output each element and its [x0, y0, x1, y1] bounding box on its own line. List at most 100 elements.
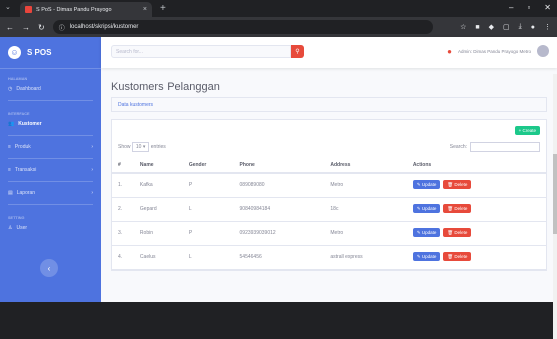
column-header[interactable]: # [112, 157, 134, 174]
maximize-icon[interactable]: ▫ [527, 3, 530, 12]
column-header[interactable]: Name [133, 157, 183, 174]
minimize-icon[interactable]: – [509, 3, 513, 12]
actions-cell: ✎ Update 🗑 Delete [406, 197, 546, 222]
table-cell: Caelus [133, 245, 183, 270]
delete-button[interactable]: 🗑 Delete [443, 228, 472, 237]
brand-name: S POS [27, 48, 52, 57]
users-icon: 👥 [8, 121, 15, 127]
report-icon: ▤ [8, 190, 13, 196]
table-row: 4. Caelus L 54546456 astrall express ✎ Update… [112, 245, 546, 270]
brand-logo-icon: ☺ [8, 46, 21, 59]
sidebar: ☺ S POS HALAMAN ◷ Dashboard INTERFACE 👥 … [0, 37, 101, 302]
entries-control: Show 10 ▾ entries [118, 142, 166, 152]
sidebar-item-transaksi[interactable]: ≡ Transaksi › [0, 162, 101, 178]
table-cell: 90840984184 [233, 197, 325, 222]
address-bar[interactable]: ⓘ localhost/skripsi/kustomer [52, 20, 433, 34]
user-area[interactable]: ● Admin: Dimas Pandu Prayogo Metro [447, 45, 549, 57]
show-label: Show [118, 144, 131, 150]
table-cell: 18c [324, 197, 407, 222]
scrollbar[interactable] [553, 74, 557, 339]
sidebar-item-label: Laporan [16, 190, 36, 196]
chevron-right-icon: › [91, 190, 93, 196]
column-header[interactable]: Phone [233, 157, 325, 174]
delete-button[interactable]: 🗑 Delete [443, 252, 472, 261]
entries-label: entries [150, 144, 166, 150]
update-button[interactable]: ✎ Update [412, 252, 441, 261]
kustomer-table: # Name Gender Phone Address Actions 1. Kafka P 0… [112, 157, 546, 270]
table-cell: P [182, 221, 234, 246]
table-cell: Kafka [133, 173, 183, 198]
table-search-input[interactable] [470, 142, 540, 152]
sidebar-item-laporan[interactable]: ▤ Laporan › [0, 185, 101, 201]
dashboard-icon: ◷ [8, 86, 13, 92]
download-icon[interactable]: ⤓ [519, 23, 522, 31]
create-button[interactable]: + Create [514, 125, 540, 135]
table-cell: Metro [324, 221, 407, 246]
search-input[interactable]: Search for... [111, 45, 291, 58]
table-cell: 54546456 [233, 245, 325, 270]
scrollbar-thumb[interactable] [553, 154, 557, 234]
table-row: 3. Robin P 0923939039012 Metro ✎ Update 🗑 Dele… [112, 221, 546, 246]
table-cell: 2. [112, 197, 134, 222]
chevron-right-icon: › [91, 144, 93, 150]
reload-icon[interactable]: ↻ [38, 23, 45, 32]
profile-icon[interactable]: ● [531, 24, 535, 31]
table-row: 2. Gepard L 90840984184 18c ✎ Update 🗑 Delete [112, 197, 546, 222]
bell-icon[interactable]: ● [447, 47, 452, 56]
entries-value: 10 [135, 144, 142, 150]
table-search: Search: [450, 142, 540, 152]
browser-tab[interactable]: S PoS - Dimas Pandu Prayogo × [20, 2, 152, 17]
table-cell: L [182, 245, 234, 270]
sidebar-heading: SETTING [8, 216, 25, 220]
card-header: Data kustomers [111, 97, 547, 112]
table-cell: astrall express [324, 245, 407, 270]
menu-icon[interactable]: ⋮ [544, 23, 551, 31]
update-button[interactable]: ✎ Update [412, 204, 441, 213]
back-icon[interactable]: ← [6, 23, 14, 32]
table-cell: P [182, 173, 234, 198]
card-actions: + Create [112, 120, 546, 140]
search-button[interactable]: ⚲ [291, 45, 304, 58]
update-button[interactable]: ✎ Update [412, 180, 441, 190]
app: ☺ S POS HALAMAN ◷ Dashboard INTERFACE 👥 … [0, 37, 557, 339]
user-icon: ♙ [8, 225, 13, 231]
column-header[interactable]: Address [324, 157, 407, 174]
new-tab-icon[interactable]: + [160, 3, 166, 14]
cart-icon: ≡ [8, 167, 11, 173]
site-info-icon[interactable]: ⓘ [59, 23, 65, 32]
sidebar-item-label: Dashboard [16, 86, 41, 92]
page-subtitle: Pelanggan [167, 81, 220, 93]
extension-icon[interactable]: ■ [475, 24, 479, 31]
page-title-main: Kustomers [111, 81, 164, 93]
update-button[interactable]: ✎ Update [412, 228, 441, 237]
column-header[interactable]: Actions [406, 157, 546, 174]
extension-icon[interactable]: ◆ [489, 23, 494, 31]
delete-button[interactable]: 🗑 Delete [443, 180, 472, 190]
forward-icon[interactable]: → [22, 23, 30, 32]
close-window-icon[interactable]: ✕ [544, 3, 551, 12]
bookmark-star-icon[interactable]: ☆ [460, 23, 466, 31]
tab-search-icon[interactable]: ⌄ [5, 3, 11, 11]
delete-button[interactable]: 🗑 Delete [443, 204, 472, 213]
sidebar-divider [8, 100, 93, 101]
avatar[interactable] [537, 45, 549, 57]
sidebar-item-user[interactable]: ♙ User [0, 220, 101, 236]
extensions-puzzle-icon[interactable]: ▢ [503, 23, 510, 31]
column-header[interactable]: Gender [182, 157, 234, 174]
sidebar-item-produk[interactable]: ≡ Produk › [0, 139, 101, 155]
close-tab-icon[interactable]: × [143, 6, 147, 13]
table-cell: L [182, 197, 234, 222]
browser-toolbar: ← → ↻ ⓘ localhost/skripsi/kustomer ☆ ■ ◆… [0, 17, 557, 37]
actions-cell: ✎ Update 🗑 Delete [406, 173, 546, 198]
entries-select[interactable]: 10 ▾ [131, 142, 150, 152]
sidebar-item-label: User [16, 225, 28, 231]
search-label: Search: [449, 144, 467, 150]
toolbar-icons: ☆ ■ ◆ ▢ ⤓ ● ⋮ [460, 23, 551, 31]
sidebar-toggle-button[interactable]: ‹ [40, 259, 58, 277]
sidebar-divider [8, 181, 93, 182]
table-cell: 1. [112, 173, 134, 198]
list-icon: ≡ [8, 144, 11, 150]
sidebar-item-kustomer[interactable]: 👥 Kustomer [0, 116, 101, 132]
brand[interactable]: ☺ S POS [0, 37, 101, 69]
sidebar-item-dashboard[interactable]: ◷ Dashboard [0, 81, 101, 97]
